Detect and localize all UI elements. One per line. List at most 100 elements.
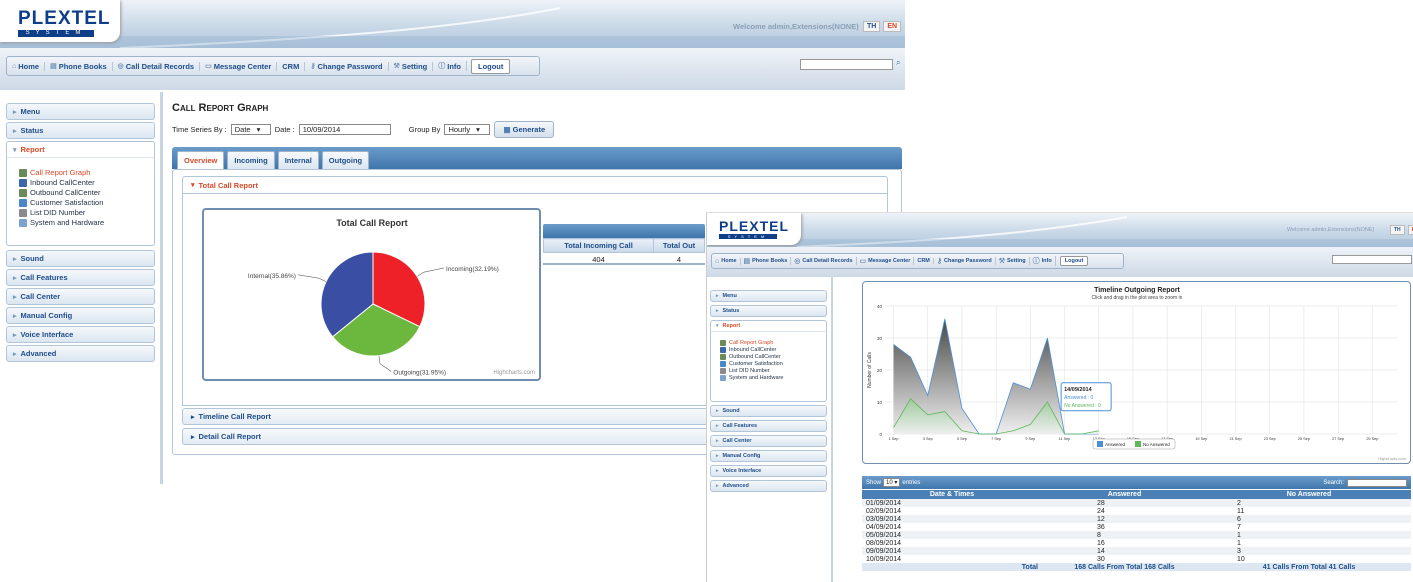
- cell-no-answered: 11: [1237, 507, 1245, 515]
- search-icon[interactable]: ⌕: [896, 58, 900, 68]
- nav-message-center[interactable]: ▭ Message Center: [200, 61, 278, 71]
- sidebar-divider[interactable]: [831, 277, 833, 582]
- search-input[interactable]: [800, 59, 893, 70]
- nav-call-detail-records[interactable]: ◎ Call Detail Records: [113, 61, 201, 71]
- submenu-call-report-graph[interactable]: Call Report Graph: [19, 168, 154, 177]
- submenu-inbound-callcenter[interactable]: Inbound CallCenter: [19, 178, 154, 187]
- lang-th-button[interactable]: TH: [863, 21, 881, 32]
- sidebar-item-call-center[interactable]: ▸ Call Center: [6, 288, 155, 305]
- submenu-customer-satisfaction[interactable]: Customer Satisfaction: [19, 198, 154, 207]
- people-icon: [720, 347, 726, 353]
- chevron-right-icon: ▸: [716, 483, 719, 489]
- sidebar-item-manual-config[interactable]: ▸ Manual Config: [710, 450, 827, 462]
- y-tick-label: 10: [877, 400, 883, 405]
- sidebar-item-report[interactable]: ▾ Report: [710, 320, 827, 332]
- nav-change-password[interactable]: ⚷ Change Password: [934, 257, 996, 265]
- nav-phone-books[interactable]: ▤ Phone Books: [741, 257, 792, 265]
- legend-label[interactable]: Answered: [1105, 442, 1126, 447]
- highcharts-credit[interactable]: Highcharts.com: [493, 370, 535, 376]
- nav-home[interactable]: ⌂ Home: [7, 61, 46, 71]
- logout-button[interactable]: Logout: [470, 58, 511, 74]
- group-by-select[interactable]: Hourly ▾: [444, 124, 491, 135]
- submenu-outbound-callcenter[interactable]: Outbound CallCenter: [19, 188, 154, 197]
- submenu-outbound-callcenter[interactable]: Outbound CallCenter: [720, 354, 826, 360]
- sidebar-item-menu[interactable]: ▸ Menu: [6, 103, 155, 120]
- sidebar-item-sound[interactable]: ▸ Sound: [710, 405, 827, 417]
- legend-swatch[interactable]: [1135, 441, 1141, 447]
- tab-internal[interactable]: Internal: [277, 151, 319, 169]
- star-icon: [720, 361, 726, 367]
- nav-change-password[interactable]: ⚷ Change Password: [305, 61, 389, 71]
- tab-incoming[interactable]: Incoming: [227, 151, 275, 169]
- nav-setting[interactable]: ⚒ Setting: [389, 61, 434, 71]
- table-search-input[interactable]: [1347, 478, 1407, 487]
- cell-answered: 24: [1097, 507, 1105, 515]
- sidebar-item-menu[interactable]: ▸ Menu: [710, 290, 827, 302]
- record-icon: ◎: [794, 258, 801, 265]
- col-answered[interactable]: Answered: [1042, 490, 1207, 499]
- submenu-call-report-graph[interactable]: Call Report Graph: [720, 340, 826, 346]
- sidebar-item-sound[interactable]: ▸ Sound: [6, 250, 155, 267]
- generate-button[interactable]: ▦ Generate: [494, 121, 555, 138]
- chart-title: Timeline Outgoing Report: [1094, 287, 1180, 294]
- logo[interactable]: PLEXTEL SYSTEM: [0, 0, 120, 42]
- sidebar-item-advanced[interactable]: ▸ Advanced: [710, 480, 827, 492]
- lang-en-button[interactable]: EN: [1407, 225, 1413, 235]
- col-date-times[interactable]: Date & Times: [862, 490, 1042, 499]
- sidebar-item-voice-interface[interactable]: ▸ Voice Interface: [710, 465, 827, 477]
- sidebar-item-advanced[interactable]: ▸ Advanced: [6, 345, 155, 362]
- people-icon: [19, 178, 27, 187]
- submenu-customer-satisfaction[interactable]: Customer Satisfaction: [720, 361, 826, 367]
- sidebar-item-status[interactable]: ▸ Status: [6, 122, 155, 139]
- submenu-system-and-hardware[interactable]: System and Hardware: [720, 375, 826, 381]
- top-nav: ⌂ Home ▤ Phone Books ◎ Call Detail Records …: [711, 253, 1124, 269]
- submenu-system-and-hardware[interactable]: System and Hardware: [19, 218, 154, 227]
- entries-select[interactable]: 10 ▾: [883, 478, 901, 487]
- legend-label[interactable]: No Answered: [1143, 442, 1170, 447]
- header: PLEXTEL SYSTEM Welcome admin,Extensions(…: [0, 0, 905, 48]
- date-field[interactable]: 10/09/2014: [298, 124, 391, 135]
- search-input[interactable]: [1332, 255, 1412, 264]
- sidebar-item-status[interactable]: ▸ Status: [710, 305, 827, 317]
- col-no-answered[interactable]: No Answered: [1207, 490, 1411, 499]
- x-tick-label: 23 Sep: [1264, 437, 1276, 441]
- sidebar-item-voice-interface[interactable]: ▸ Voice Interface: [6, 326, 155, 343]
- nav-crm[interactable]: CRM: [914, 258, 934, 264]
- submenu-inbound-callcenter[interactable]: Inbound CallCenter: [720, 347, 826, 353]
- tab-outgoing[interactable]: Outgoing: [321, 151, 370, 169]
- sidebar-item-call-features[interactable]: ▸ Call Features: [6, 269, 155, 286]
- sidebar-item-call-center[interactable]: ▸ Call Center: [710, 435, 827, 447]
- nav-crm[interactable]: CRM: [277, 61, 306, 71]
- sidebar-item-manual-config[interactable]: ▸ Manual Config: [6, 307, 155, 324]
- cell-date: 08/09/2014: [866, 539, 902, 547]
- nav-info[interactable]: ⓘ Info: [1030, 256, 1056, 266]
- submenu-list-did-number[interactable]: List DID Number: [19, 208, 154, 217]
- highcharts-credit[interactable]: Highcharts.com: [1378, 456, 1406, 461]
- chevron-right-icon: ▸: [716, 468, 719, 474]
- tooltip-answered: Answered : 0: [1064, 395, 1093, 401]
- sidebar-item-call-features[interactable]: ▸ Call Features: [710, 420, 827, 432]
- logo[interactable]: PLEXTEL SYSTEM: [707, 213, 801, 245]
- lang-th-button[interactable]: TH: [1390, 225, 1405, 235]
- nav-home[interactable]: ⌂ Home: [712, 257, 741, 265]
- info-icon: ⓘ: [438, 63, 446, 70]
- nav-message-center[interactable]: ▭ Message Center: [857, 257, 915, 265]
- accordion-total-call-report[interactable]: ▾ Total Call Report: [182, 176, 888, 194]
- logout-button[interactable]: Logout: [1059, 256, 1089, 266]
- time-series-select[interactable]: Date ▾: [230, 124, 271, 135]
- tooltip-date: 14/09/2014: [1064, 387, 1092, 393]
- nav-call-detail-records[interactable]: ◎ Call Detail Records: [791, 257, 857, 265]
- submenu-list-did-number[interactable]: List DID Number: [720, 368, 826, 374]
- legend-swatch[interactable]: [1097, 441, 1103, 447]
- sidebar-divider[interactable]: [160, 92, 163, 484]
- sidebar-item-report[interactable]: ▾ Report: [6, 141, 155, 158]
- nav-setting[interactable]: ⚒ Setting: [996, 257, 1030, 265]
- chevron-right-icon: ▸: [13, 255, 17, 263]
- table-row: 09/09/2014 14 3: [862, 547, 1411, 555]
- lang-en-button[interactable]: EN: [883, 21, 902, 32]
- tab-overview[interactable]: Overview: [177, 151, 225, 169]
- nav-phone-books[interactable]: ▤ Phone Books: [45, 61, 113, 71]
- nav-info[interactable]: ⓘ Info: [433, 61, 467, 71]
- table-row: 02/09/2014 24 11: [862, 507, 1411, 515]
- message-icon: ▭: [859, 258, 867, 265]
